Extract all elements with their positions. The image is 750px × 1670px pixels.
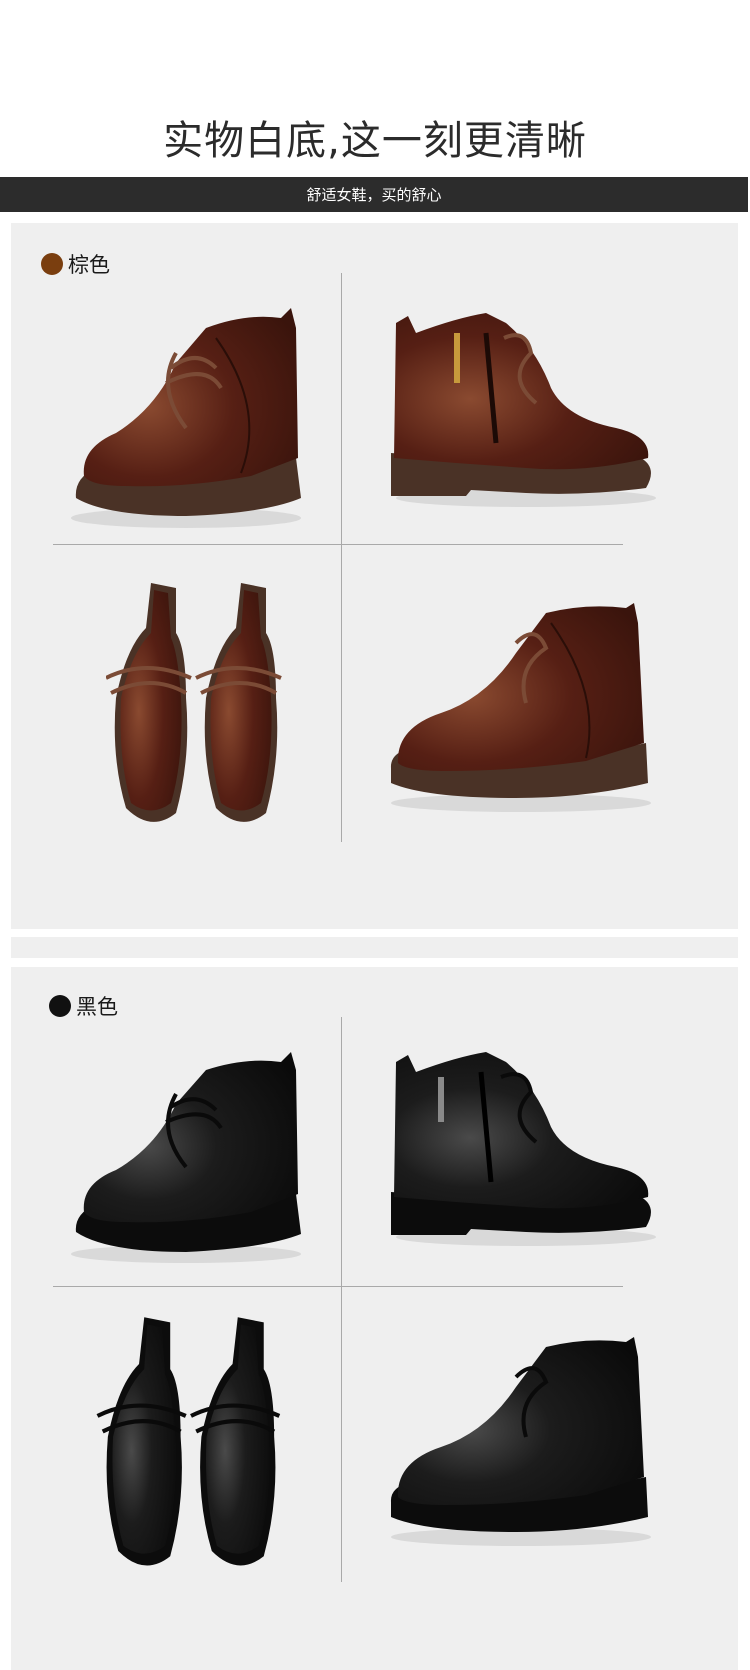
grid-divider-horizontal (53, 1286, 623, 1287)
boot-image-top-pair (96, 1312, 286, 1577)
boot-image-side-left (66, 1052, 316, 1267)
black-swatch-dot (49, 995, 71, 1017)
black-variant-panel: 黑色 (11, 967, 738, 1670)
grid-divider-horizontal (53, 544, 623, 545)
boot-image-top-pair (106, 578, 286, 833)
boot-image-side-right (386, 1337, 661, 1552)
boot-image-side-zipper (386, 308, 666, 513)
grid-divider-vertical (341, 1017, 342, 1582)
boot-image-side-left (66, 308, 316, 533)
brown-variant-panel: 棕色 (11, 223, 738, 929)
slogan-text: 舒适女鞋，买的舒心 (306, 186, 442, 204)
section-spacer (11, 937, 738, 958)
slogan-banner: 舒适女鞋，买的舒心 (0, 177, 748, 212)
boot-image-side-zipper (386, 1047, 666, 1252)
color-label-black: 黑色 (49, 991, 118, 1021)
color-label-brown: 棕色 (41, 249, 110, 279)
brown-swatch-dot (41, 253, 63, 275)
page-headline: 实物白底,这一刻更清晰 (163, 118, 587, 164)
boot-image-side-right (386, 603, 661, 818)
color-label-text: 棕色 (68, 253, 110, 277)
color-label-text: 黑色 (76, 995, 118, 1019)
grid-divider-vertical (341, 273, 342, 842)
